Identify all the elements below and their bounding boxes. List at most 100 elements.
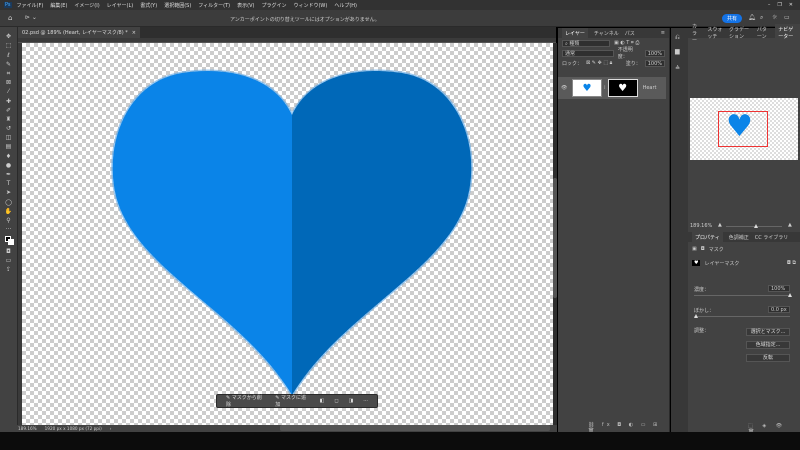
more-tools-icon[interactable]: ··· <box>4 227 14 233</box>
minimize-button[interactable]: – <box>768 2 771 8</box>
more-options-button[interactable]: ··· <box>360 397 371 405</box>
menu-image[interactable]: イメージ(I) <box>74 2 99 9</box>
blend-mode-select[interactable]: 通常 <box>562 49 614 57</box>
color-swatches-icon[interactable] <box>4 236 14 246</box>
healing-tool-icon[interactable]: ✚ <box>4 98 14 105</box>
document-tab[interactable]: 02.psd @ 189% (Heart, レイヤーマスク/8) * × <box>18 27 140 38</box>
tab-patterns[interactable]: パターン <box>757 26 769 40</box>
brush-tool-icon[interactable]: ✐ <box>4 107 14 114</box>
status-arrow[interactable]: › <box>110 426 112 431</box>
pixel-mask-icon[interactable]: ▣ <box>692 246 697 252</box>
vector-mask-icon[interactable]: ◘ <box>701 246 705 252</box>
menu-help[interactable]: ヘルプ(H) <box>334 2 357 9</box>
path-select-tool-icon[interactable]: ➤ <box>4 190 14 196</box>
density-input[interactable]: 100% <box>768 285 790 292</box>
shape-tool-icon[interactable]: ◯ <box>4 199 14 206</box>
layer-name[interactable]: Heart <box>643 85 657 91</box>
screen-mode-icon[interactable]: ▭ <box>4 257 14 264</box>
tab-cc-libraries[interactable]: CC ライブラリ <box>755 234 789 241</box>
marquee-tool-icon[interactable]: ⬚ <box>4 43 14 49</box>
navigator-zoom[interactable]: 189.16% <box>690 223 712 229</box>
quick-mask-icon[interactable]: ◘ <box>4 248 14 255</box>
frame-tool-icon[interactable]: ⊠ <box>4 80 14 86</box>
layer-thumbnail[interactable]: ♥ <box>572 79 602 97</box>
feather-slider[interactable] <box>694 314 790 318</box>
quick-select-tool-icon[interactable]: ✎ <box>4 61 14 68</box>
feather-input[interactable]: 0.0 px <box>768 306 790 313</box>
stamp-tool-icon[interactable]: ♜ <box>4 116 14 123</box>
color-range-button[interactable]: 色域指定... <box>746 341 790 349</box>
menu-view[interactable]: 表示(V) <box>237 2 254 9</box>
type-tool-icon[interactable]: T <box>4 181 14 187</box>
crop-tool-icon[interactable]: ⌗ <box>4 70 14 77</box>
hand-tool-icon[interactable]: ✋ <box>4 208 14 215</box>
share-button[interactable]: 共有 <box>722 14 743 23</box>
navigator-view-box[interactable] <box>718 111 768 147</box>
search-icon[interactable]: ⌕ <box>760 14 763 22</box>
mask-thumbnail[interactable]: ♥ <box>607 79 638 97</box>
feather-knob[interactable] <box>694 314 698 318</box>
gradient-tool-icon[interactable]: ▤ <box>4 144 14 150</box>
fill-input[interactable]: 100% <box>644 59 665 67</box>
panel-menu-icon[interactable]: ≡ <box>661 30 665 36</box>
history-brush-icon[interactable]: ↺ <box>4 126 14 132</box>
subtract-from-mask-button[interactable]: ✎ マスクから削除 <box>223 393 268 409</box>
density-knob[interactable] <box>788 293 792 297</box>
layer-filter-select[interactable]: ⌕ 種類 <box>562 39 610 47</box>
menu-edit[interactable]: 編集(E) <box>50 2 67 9</box>
lightbulb-icon[interactable]: ☼ <box>772 14 777 21</box>
eraser-tool-icon[interactable]: ◫ <box>4 135 14 141</box>
add-to-mask-button[interactable]: ✎ マスクに追加 <box>272 393 312 409</box>
menu-window[interactable]: ウィンドウ(W) <box>293 2 327 9</box>
blur-tool-icon[interactable]: ♦ <box>4 153 14 160</box>
workspace-icon[interactable]: ▭ <box>784 14 790 21</box>
navigator-preview[interactable]: ♥ <box>690 98 798 160</box>
tab-gradients[interactable]: グラデーション <box>729 26 751 40</box>
horizontal-scroll-thumb[interactable] <box>280 425 550 431</box>
history-icon[interactable]: ⎌ <box>675 34 684 42</box>
zoom-tool-icon[interactable]: ⚲ <box>4 217 14 224</box>
menu-plugins[interactable]: プラグイン <box>261 2 286 9</box>
select-and-mask-button[interactable]: 選択とマスク... <box>746 328 790 336</box>
select-mask-icon[interactable]: ◘ ⧉ <box>787 260 796 266</box>
lock-icons[interactable]: ⊠ ✎ ✥ ⬚ 🔒︎ <box>586 60 612 66</box>
home-icon[interactable]: ⌂ <box>8 14 12 22</box>
opacity-input[interactable]: 100% <box>644 49 665 57</box>
dodge-tool-icon[interactable]: ● <box>4 162 14 169</box>
navigator-zoom-slider[interactable] <box>726 224 782 228</box>
close-tab-icon[interactable]: × <box>132 30 136 36</box>
zoom-in-icon[interactable]: ▲ <box>788 222 792 228</box>
mask-option-2-icon[interactable]: ◻ <box>331 397 341 405</box>
mask-option-3-icon[interactable]: ◨ <box>345 397 356 405</box>
tab-color[interactable]: カラー <box>692 23 701 44</box>
tab-properties[interactable]: プロパティ <box>692 231 723 243</box>
menu-type[interactable]: 書式(Y) <box>140 2 157 9</box>
comments-icon[interactable]: ▆ <box>675 48 684 55</box>
menu-file[interactable]: ファイル(F) <box>17 2 44 9</box>
visibility-eye-icon[interactable]: 👁︎ <box>561 85 570 91</box>
lasso-tool-icon[interactable]: ℓ <box>4 52 14 59</box>
document-canvas[interactable] <box>22 43 553 425</box>
link-icon[interactable]: ⁞ <box>604 85 606 91</box>
tab-paths[interactable]: パス <box>625 30 635 37</box>
vertical-scroll-thumb[interactable] <box>553 178 557 298</box>
menu-select[interactable]: 選択範囲(S) <box>164 2 191 9</box>
menu-layer[interactable]: レイヤー(L) <box>107 2 134 9</box>
zoom-out-icon[interactable]: ▲ <box>718 222 722 228</box>
pen-tool-icon[interactable]: ✒ <box>4 172 14 178</box>
tab-adjustments[interactable]: 色調補正 <box>729 234 749 241</box>
density-slider[interactable] <box>694 293 792 297</box>
layer-row-heart[interactable]: 👁︎ ♥ ⁞ ♥ Heart <box>558 77 666 99</box>
adjustments-icon[interactable]: ≙ <box>675 65 684 72</box>
tab-layers[interactable]: レイヤー <box>562 27 588 39</box>
convert-point-tool-icon[interactable]: ⊳ ⌄ <box>25 14 37 21</box>
restore-button[interactable]: ❐ <box>777 2 781 8</box>
tab-channels[interactable]: チャンネル <box>594 30 619 37</box>
tab-navigator[interactable]: ナビゲーター <box>775 24 800 42</box>
eyedropper-tool-icon[interactable]: ⁄ <box>4 89 14 95</box>
invert-button[interactable]: 反転 <box>746 354 790 362</box>
close-window-button[interactable]: ✕ <box>789 2 793 8</box>
share-screen-icon[interactable]: ⇪ <box>4 266 14 273</box>
status-zoom[interactable]: 189.16% <box>18 426 37 431</box>
move-tool-icon[interactable]: ✥ <box>4 34 14 40</box>
